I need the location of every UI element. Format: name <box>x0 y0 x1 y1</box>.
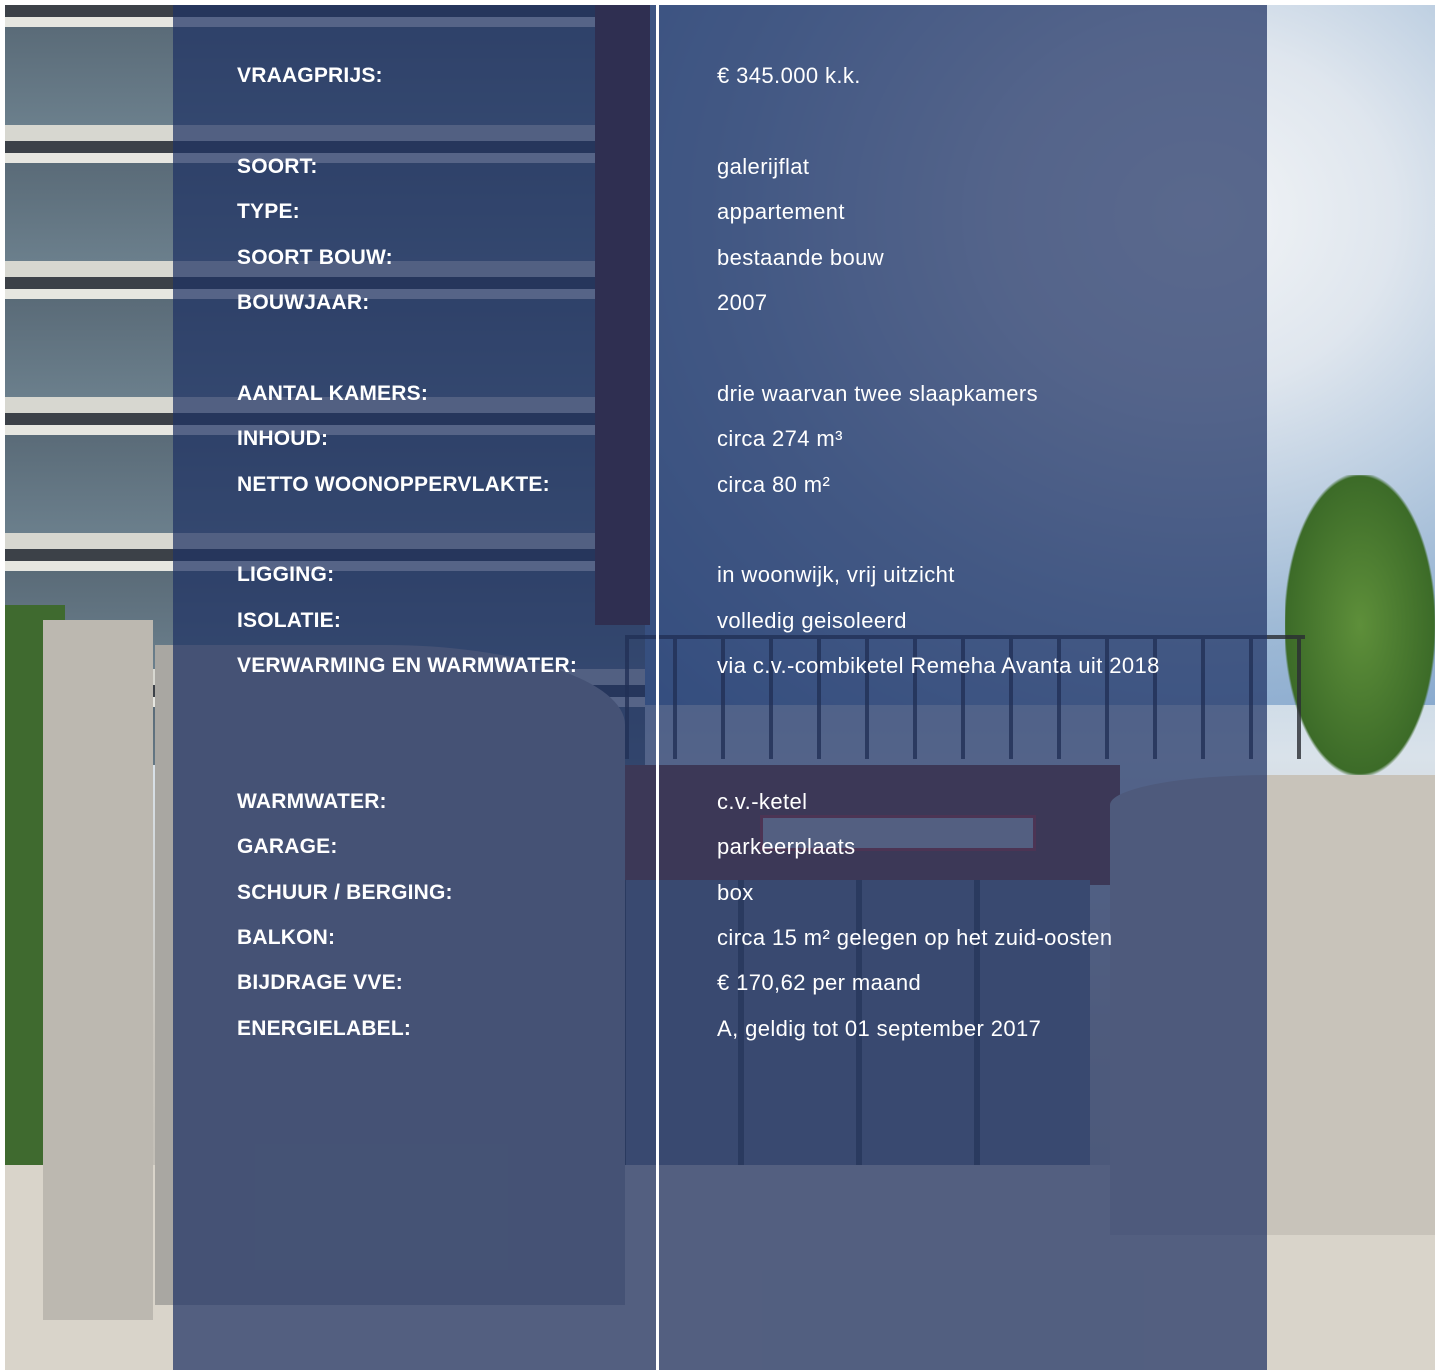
value-garage: parkeerplaats <box>717 834 856 859</box>
value-balkon: circa 15 m² gelegen op het zuid-oosten <box>717 925 1113 950</box>
value-warmwater: c.v.-ketel <box>717 789 808 814</box>
label-netto-woonoppervlakte: NETTO WOONOPPERVLAKTE: <box>237 473 550 496</box>
label-verwarming-en-warmwater: VERWARMING EN WARMWATER: <box>237 654 578 677</box>
value-ligging: in woonwijk, vrij uitzicht <box>717 562 955 587</box>
value-isolatie: volledig geisoleerd <box>717 608 907 633</box>
value-netto-woonoppervlakte: circa 80 m² <box>717 472 831 497</box>
label-ligging: LIGGING: <box>237 563 335 586</box>
label-energielabel: ENERGIELABEL: <box>237 1017 412 1040</box>
value-soort-bouw: bestaande bouw <box>717 245 885 270</box>
label-bijdrage-vve: BIJDRAGE VVE: <box>237 971 403 994</box>
label-soort: SOORT: <box>237 155 318 178</box>
label-balkon: BALKON: <box>237 926 336 949</box>
label-inhoud: INHOUD: <box>237 427 329 450</box>
label-soort-bouw: SOORT BOUW: <box>237 246 393 269</box>
trees-right <box>1285 475 1435 775</box>
label-garage: GARAGE: <box>237 835 338 858</box>
label-isolatie: ISOLATIE: <box>237 609 342 632</box>
concrete-wall-left <box>43 620 153 1320</box>
value-schuur-berging: box <box>717 880 754 905</box>
label-warmwater: WARMWATER: <box>237 790 387 813</box>
label-type: TYPE: <box>237 200 300 223</box>
value-type: appartement <box>717 199 845 224</box>
value-bouwjaar: 2007 <box>717 290 768 315</box>
value-verwarming-en-warmwater: via c.v.-combiketel Remeha Avanta uit 20… <box>717 653 1160 678</box>
value-aantal-kamers: drie waarvan twee slaapkamers <box>717 381 1038 406</box>
label-schuur-berging: SCHUUR / BERGING: <box>237 881 453 904</box>
value-bijdrage-vve: € 170,62 per maand <box>717 970 922 995</box>
value-soort: galerijflat <box>717 154 810 179</box>
value-vraagprijs: € 345.000 k.k. <box>717 63 861 88</box>
value-inhoud: circa 274 m³ <box>717 426 843 451</box>
label-bouwjaar: BOUWJAAR: <box>237 291 370 314</box>
label-vraagprijs: VRAAGPRIJS: <box>237 64 383 87</box>
value-energielabel: A, geldig tot 01 september 2017 <box>717 1016 1042 1041</box>
label-aantal-kamers: AANTAL KAMERS: <box>237 382 429 405</box>
